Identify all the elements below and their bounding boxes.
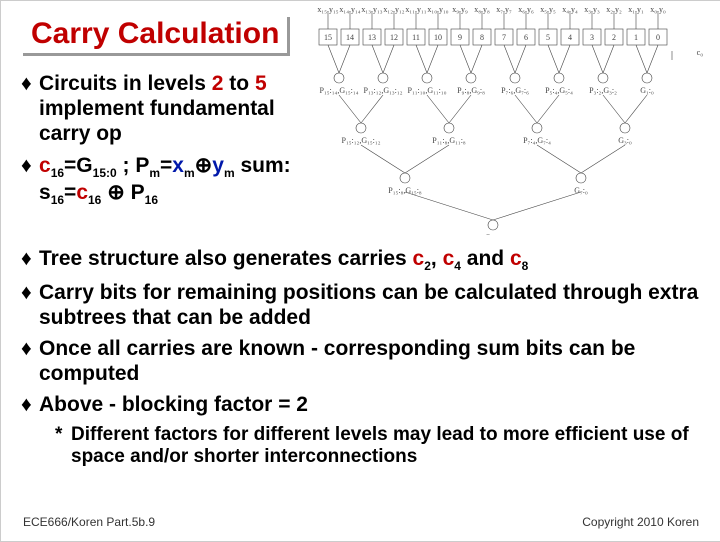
svg-text:P₅:₄,G₅:₄: P₅:₄,G₅:₄ [545,86,573,95]
svg-text:G₁₅:₀: G₁₅:₀ [485,233,502,235]
svg-text:P₁₁:₈,G₁₁:₈: P₁₁:₈,G₁₁:₈ [432,136,466,145]
svg-text:c₀: c₀ [697,48,704,57]
bullet-item: ♦Tree structure also generates carries c… [21,246,701,274]
svg-text:12: 12 [390,33,398,42]
svg-text:6: 6 [524,33,528,42]
svg-text:x₀,y₀: x₀,y₀ [650,5,666,14]
svg-text:x₁₀,y₁₀: x₁₀,y₁₀ [427,5,448,14]
svg-text:14: 14 [346,33,354,42]
svg-text:9: 9 [458,33,462,42]
svg-text:x₁₁,y₁₁: x₁₁,y₁₁ [405,5,426,14]
sub-bullet-text: Different factors for different levels m… [71,424,701,468]
svg-text:P₁₃:₁₂,G₁₃:₁₂: P₁₃:₁₂,G₁₃:₁₂ [364,86,403,95]
bullet-item: ♦Circuits in levels 2 to 5 implement fun… [21,71,321,147]
diamond-icon: ♦ [21,280,39,330]
carry-tree-figure: x₁₅,y₁₅15x₁₄,y₁₄14x₁₃,y₁₃13x₁₂,y₁₂12x₁₁,… [311,5,711,235]
svg-text:x₄,y₄: x₄,y₄ [562,5,578,14]
svg-text:x₁₂,y₁₂: x₁₂,y₁₂ [383,5,404,14]
bullet-text: Carry bits for remaining positions can b… [39,280,701,330]
svg-text:P₇:₄,G₇:₄: P₇:₄,G₇:₄ [523,136,551,145]
svg-text:8: 8 [480,33,484,42]
svg-text:P₁₅:₁₂,G₁₅:₁₂: P₁₅:₁₂,G₁₅:₁₂ [342,136,381,145]
svg-text:x₁₅,y₁₅: x₁₅,y₁₅ [317,5,338,14]
bullets-wide: ♦Tree structure also generates carries c… [21,246,701,468]
svg-text:7: 7 [502,33,506,42]
svg-text:G₃:₀: G₃:₀ [618,136,632,145]
svg-text:P₇:₆,G₇:₆: P₇:₆,G₇:₆ [501,86,529,95]
slide-title: Carry Calculation [23,17,290,56]
svg-text:P₁₅:₁₄,G₁₅:₁₄: P₁₅:₁₄,G₁₅:₁₄ [320,86,359,95]
bullets-narrow: ♦Circuits in levels 2 to 5 implement fun… [21,71,321,214]
svg-text:P₉:₈,G₉:₈: P₉:₈,G₉:₈ [457,86,485,95]
svg-text:x₉,y₉: x₉,y₉ [452,5,468,14]
svg-text:13: 13 [368,33,376,42]
asterisk-icon: * [55,424,71,468]
bullet-item: ♦Once all carries are known - correspond… [21,336,701,386]
footer-right: Copyright 2010 Koren [582,515,699,529]
svg-text:5: 5 [546,33,550,42]
svg-text:P₁₁:₁₀,G₁₁:₁₀: P₁₁:₁₀,G₁₁:₁₀ [408,86,447,95]
sub-bullet: *Different factors for different levels … [55,424,701,468]
svg-text:x₆,y₆: x₆,y₆ [518,5,534,14]
svg-text:4: 4 [568,33,572,42]
svg-text:x₁₄,y₁₄: x₁₄,y₁₄ [339,5,360,14]
bullet-item: ♦Carry bits for remaining positions can … [21,280,701,330]
svg-text:P₁₅:₈,G₁₅:₈: P₁₅:₈,G₁₅:₈ [388,186,422,195]
diamond-icon: ♦ [21,246,39,274]
bullet-item: ♦c16=G15:0 ; Pm=xm⊕ym sum: s16=c16 ⊕ P16 [21,153,321,208]
svg-text:10: 10 [434,33,442,42]
footer-left: ECE666/Koren Part.5b.9 [23,515,155,529]
svg-text:G₁:₀: G₁:₀ [640,86,654,95]
diamond-icon: ♦ [21,336,39,386]
bullet-text: Above - blocking factor = 2 [39,392,308,417]
diamond-icon: ♦ [21,71,39,147]
svg-text:15: 15 [324,33,332,42]
svg-text:x₃,y₃: x₃,y₃ [584,5,600,14]
svg-text:11: 11 [412,33,420,42]
bullet-text: Tree structure also generates carries c2… [39,246,528,274]
diamond-icon: ♦ [21,153,39,208]
bullet-text: Circuits in levels 2 to 5 implement fund… [39,71,321,147]
svg-text:P₃:₂,G₃:₂: P₃:₂,G₃:₂ [589,86,617,95]
svg-text:0: 0 [656,33,660,42]
svg-text:x₇,y₇: x₇,y₇ [496,5,512,14]
svg-text:x₁,y₁: x₁,y₁ [628,5,644,14]
diamond-icon: ♦ [21,392,39,417]
svg-text:x₈,y₈: x₈,y₈ [474,5,490,14]
svg-text:1: 1 [634,33,638,42]
svg-text:x₂,y₂: x₂,y₂ [606,5,622,14]
svg-text:x₅,y₅: x₅,y₅ [540,5,556,14]
bullet-text: c16=G15:0 ; Pm=xm⊕ym sum: s16=c16 ⊕ P16 [39,153,321,208]
svg-text:2: 2 [612,33,616,42]
svg-text:3: 3 [590,33,594,42]
bullet-item: ♦Above - blocking factor = 2 [21,392,701,417]
svg-text:x₁₃,y₁₃: x₁₃,y₁₃ [361,5,382,14]
bullet-text: Once all carries are known - correspondi… [39,336,701,386]
